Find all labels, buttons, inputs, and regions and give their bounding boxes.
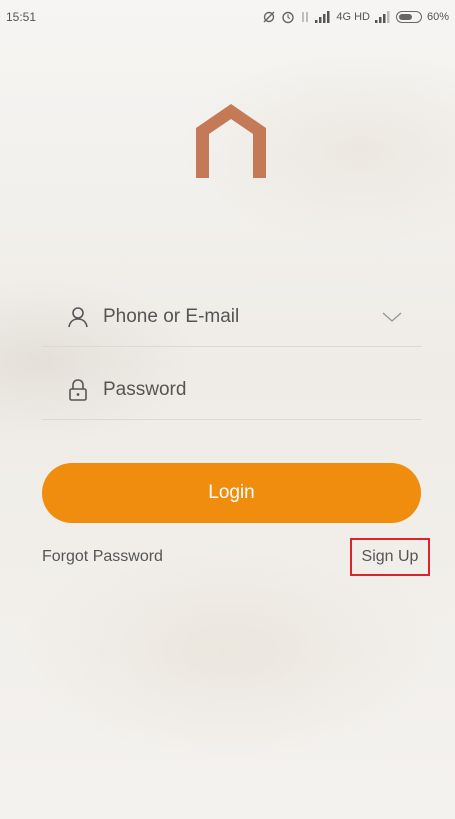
forgot-password-link[interactable]: Forgot Password bbox=[42, 548, 163, 566]
network-label: 4G HD bbox=[336, 11, 370, 23]
status-time: 15:51 bbox=[6, 10, 37, 24]
lock-icon bbox=[66, 378, 90, 402]
password-input[interactable] bbox=[103, 378, 363, 401]
house-arch-logo bbox=[196, 104, 266, 178]
data-transfer-icon bbox=[302, 12, 308, 22]
sign-up-link[interactable]: Sign Up bbox=[350, 538, 430, 576]
battery-icon bbox=[395, 11, 422, 23]
user-icon bbox=[66, 305, 90, 329]
status-bar: 15:51 4G HD 60% bbox=[0, 0, 455, 34]
battery-level: 60% bbox=[426, 11, 449, 23]
alarm-icon bbox=[282, 11, 295, 24]
login-button[interactable]: Login bbox=[42, 463, 421, 523]
chevron-down-icon[interactable] bbox=[380, 305, 404, 329]
username-input[interactable] bbox=[103, 305, 363, 328]
sign-up-label: Sign Up bbox=[361, 548, 419, 565]
sync-off-icon bbox=[263, 11, 275, 23]
signal-icon-2 bbox=[374, 11, 390, 23]
signal-icon bbox=[315, 11, 330, 23]
username-field[interactable] bbox=[42, 287, 422, 347]
status-icons: 4G HD 60% bbox=[262, 10, 449, 24]
password-field[interactable] bbox=[42, 360, 422, 420]
